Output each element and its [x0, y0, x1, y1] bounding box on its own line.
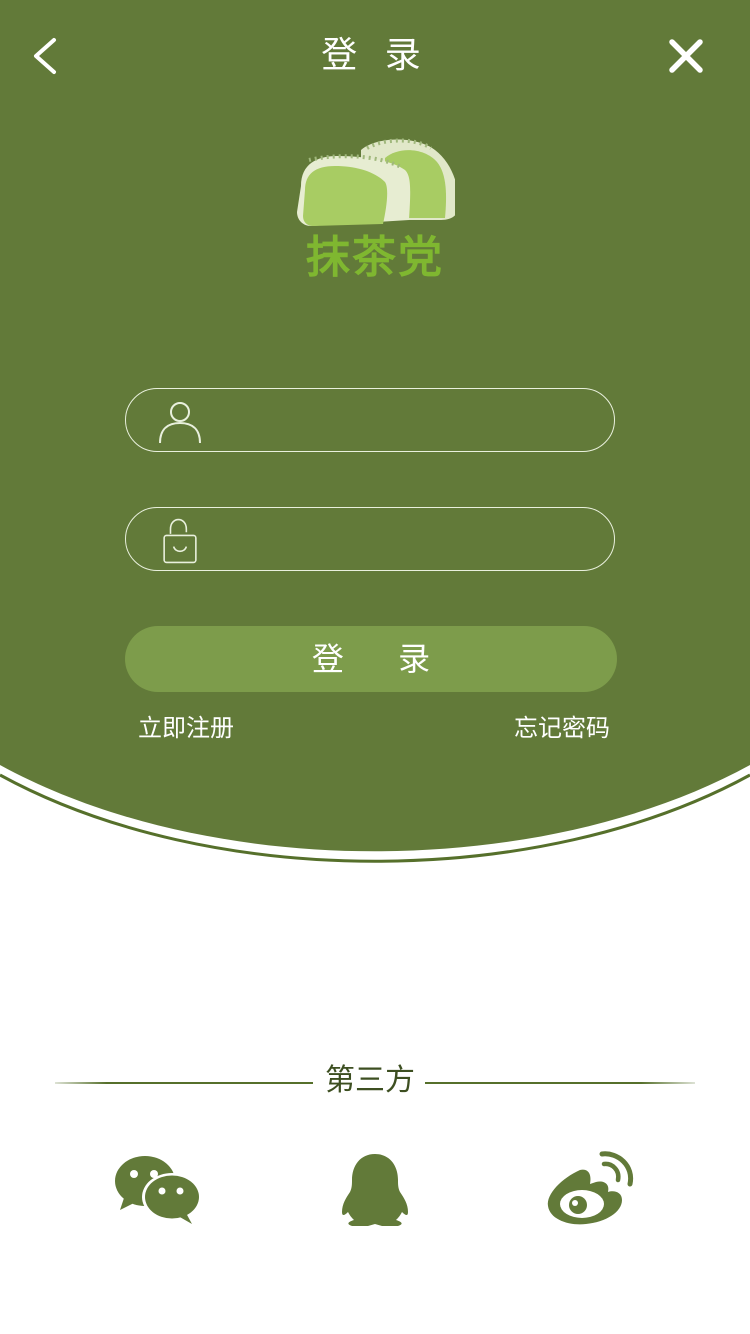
login-button[interactable]: 登 录 [125, 626, 617, 692]
password-input[interactable] [218, 518, 592, 562]
close-icon [669, 39, 703, 73]
third-party-divider: 第三方 [0, 1058, 750, 1108]
wechat-icon [115, 1156, 202, 1224]
app-logo-text: 抹茶党 [306, 232, 444, 283]
app-logo: 抹茶党 [275, 130, 475, 300]
qq-login-button[interactable] [338, 1150, 412, 1230]
weibo-login-button[interactable] [542, 1150, 634, 1230]
qq-icon [342, 1154, 408, 1226]
username-field[interactable] [125, 388, 615, 452]
header: 登 录 [0, 0, 750, 112]
page-title: 登 录 [321, 35, 429, 76]
password-field[interactable] [125, 507, 615, 571]
matcha-mochi-icon [297, 138, 455, 226]
weibo-icon [547, 1151, 634, 1225]
user-icon [159, 402, 201, 444]
forgot-password-link[interactable]: 忘记密码 [514, 710, 610, 746]
wechat-login-button[interactable] [112, 1150, 204, 1230]
lock-icon [163, 518, 197, 564]
third-party-label: 第三方 [325, 1063, 415, 1098]
close-button[interactable] [664, 34, 708, 78]
username-input[interactable] [218, 399, 592, 443]
divider-line-right [425, 1082, 695, 1084]
register-link[interactable]: 立即注册 [138, 710, 234, 746]
